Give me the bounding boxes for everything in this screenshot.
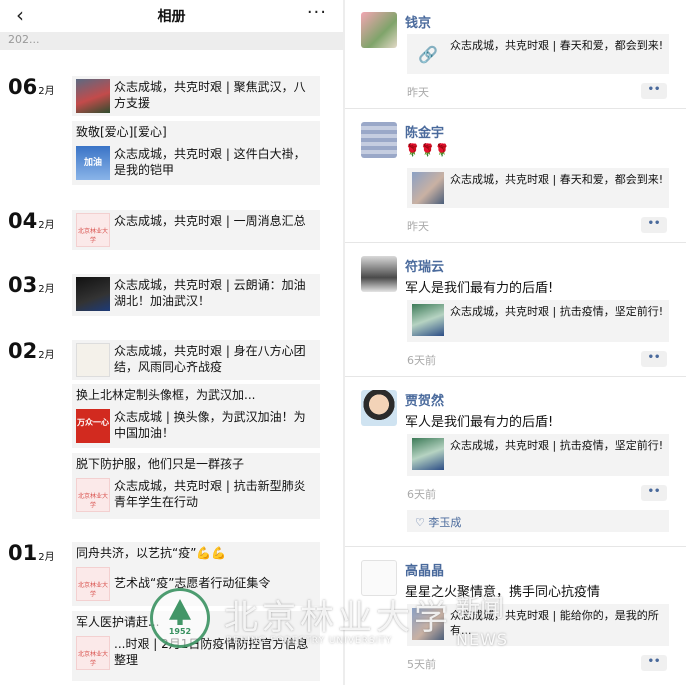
avatar[interactable] [361,12,397,48]
year-divider: 202... [0,32,343,50]
shared-link-text: 众志成城，共克时艰 | 春天和爱，都会到来! [450,39,664,52]
album-post[interactable]: 众志成城，共克时艰 | 身在八方心团结，风雨同心齐战疫 [72,340,320,380]
post-thumbnail: 北京林业大学 [76,567,110,601]
album-post[interactable]: 致敬[爱心][爱心] 加油 众志成城，共克时艰 | 这件白大褂，是我的铠甲 [72,121,320,185]
user-name[interactable]: 贾贺然 [405,390,444,409]
album-post[interactable]: 众志成城，共克时艰 | 聚焦武汉，八方支援 [72,76,320,116]
user-name[interactable]: 陈金宇 [405,122,444,141]
more-actions-button[interactable]: •• [641,485,667,501]
post-text: 众志成城，共克时艰 | 一周消息汇总 [114,214,306,228]
comments-panel: 钱京 🔗 众志成城，共克时艰 | 春天和爱，都会到来! 昨天 •• 陈金宇 🌹🌹… [345,0,686,685]
date-label: 062月 [8,75,55,99]
likes-bar[interactable]: ♡ 李玉成 [407,510,669,532]
album-post[interactable]: 换上北林定制头像框，为武汉加... 万众一心 众志成城 | 换头像，为武汉加油！… [72,384,320,448]
link-icon: 🔗 [418,44,438,64]
shared-link-text: 众志成城，共克时艰 | 抗击疫情，坚定前行! [450,439,664,452]
date-label: 032月 [8,273,55,297]
top-bar: ‹ 相册 ··· [0,0,343,32]
heart-icon: ♡ [415,516,425,529]
shared-link[interactable]: 众志成城，共克时艰 | 抗击疫情，坚定前行! [407,434,669,476]
date-label: 042月 [8,209,55,233]
post-text: 众志成城，共克时艰 | 抗击新型肺炎青年学生在行动 [114,479,306,509]
shared-thumbnail [412,438,444,470]
shared-link-text: 众志成城，共克时艰 | 抗击疫情，坚定前行! [450,305,664,318]
timestamp: 6天前 [407,488,436,501]
post-thumbnail: 北京林业大学 [76,213,110,247]
divider [345,242,686,243]
post-thumbnail: 万众一心 [76,409,110,443]
post-text: 众志成城，共克时艰 | 聚焦武汉，八方支援 [114,80,306,110]
year-label: 202... [8,33,40,46]
date-label: 022月 [8,339,55,363]
album-post[interactable]: 脱下防护服，他们只是一群孩子 北京林业大学 众志成城，共克时艰 | 抗击新型肺炎… [72,453,320,519]
post-caption: 致敬[爱心][爱心] [76,125,167,139]
post-thumbnail: 北京林业大学 [76,636,110,670]
post-thumbnail: 加油 [76,146,110,180]
university-watermark: 1952 北京林业大学 BEIJING FORESTRY UNIVERSITY … [150,586,530,664]
avatar[interactable] [361,122,397,158]
shared-thumbnail [412,172,444,204]
album-post[interactable]: 众志成城，共克时艰 | 云朗诵：加油湖北！加油武汉！ [72,274,320,316]
watermark-name: 北京林业大学 [224,598,452,638]
post-caption: 脱下防护服，他们只是一群孩子 [76,457,245,471]
shared-link[interactable]: 🔗 众志成城，共克时艰 | 春天和爱，都会到来! [407,34,669,74]
more-actions-button[interactable]: •• [641,655,667,671]
post-caption: 同舟共济，以艺抗“疫”💪💪 [76,546,227,560]
comment-text: 军人是我们最有力的后盾! [405,415,554,430]
post-text: 众志成城，共克时艰 | 这件白大褂，是我的铠甲 [114,147,306,177]
timestamp: 6天前 [407,354,436,367]
divider [345,108,686,109]
comment-text: 🌹🌹🌹 [405,143,450,157]
timestamp: 昨天 [407,86,429,99]
more-actions-button[interactable]: •• [641,217,667,233]
post-thumbnail [76,343,110,377]
comment-text: 军人是我们最有力的后盾! [405,281,554,296]
timestamp: 昨天 [407,220,429,233]
album-post[interactable]: 北京林业大学 众志成城，共克时艰 | 一周消息汇总 [72,210,320,250]
more-icon[interactable]: ··· [307,2,327,23]
post-text: 众志成城，共克时艰 | 云朗诵：加油湖北！加油武汉！ [114,278,306,308]
watermark-news-cn: 新闻 [456,594,504,622]
date-label: 012月 [8,541,55,565]
more-actions-button[interactable]: •• [641,351,667,367]
avatar[interactable] [361,390,397,426]
shared-thumbnail [412,304,444,336]
user-name[interactable]: 钱京 [405,12,431,31]
post-text: 众志成城 | 换头像，为武汉加油！为中国加油！ [114,410,306,440]
shared-link[interactable]: 众志成城，共克时艰 | 抗击疫情，坚定前行! [407,300,669,342]
user-name[interactable]: 高晶晶 [405,560,444,579]
shared-link-text: 众志成城，共克时艰 | 春天和爱，都会到来! [450,173,664,186]
post-thumbnail [76,277,110,311]
watermark-news-en: NEWS [456,630,509,649]
post-thumbnail [76,79,110,113]
post-caption: 换上北林定制头像框，为武汉加... [76,388,256,402]
page-title: 相册 [157,9,186,25]
liker-name[interactable]: 李玉成 [428,516,461,529]
avatar[interactable] [361,256,397,292]
more-actions-button[interactable]: •• [641,83,667,99]
university-seal-icon: 1952 [150,588,210,648]
user-name[interactable]: 符瑞云 [405,256,444,275]
watermark-english: BEIJING FORESTRY UNIVERSITY [226,636,393,646]
post-thumbnail: 北京林业大学 [76,478,110,512]
post-text: 众志成城，共克时艰 | 身在八方心团结，风雨同心齐战疫 [114,344,306,374]
divider [345,546,686,547]
shared-link[interactable]: 众志成城，共克时艰 | 春天和爱，都会到来! [407,168,669,208]
divider [345,376,686,377]
album-panel: ‹ 相册 ··· 202... 062月 众志成城，共克时艰 | 聚焦武汉，八方… [0,0,343,685]
